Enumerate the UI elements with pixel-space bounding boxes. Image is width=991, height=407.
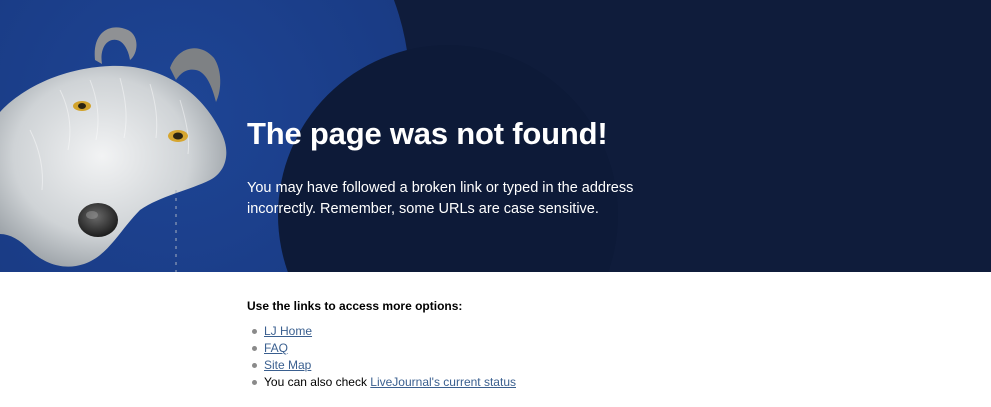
error-description: You may have followed a broken link or t…: [247, 178, 667, 220]
error-message-block: The page was not found! You may have fol…: [247, 112, 667, 220]
error-hero-banner: The page was not found! You may have fol…: [0, 0, 991, 272]
bullet-icon: [252, 380, 257, 385]
list-item: You can also check LiveJournal's current…: [247, 374, 747, 391]
site-map-link[interactable]: Site Map: [264, 358, 311, 372]
bullet-icon: [252, 329, 257, 334]
bullet-icon: [252, 363, 257, 368]
lj-home-link[interactable]: LJ Home: [264, 324, 312, 338]
goat-mascot-illustration: [0, 27, 227, 272]
current-status-link[interactable]: LiveJournal's current status: [370, 375, 516, 389]
list-item: LJ Home: [247, 323, 747, 340]
faq-link[interactable]: FAQ: [264, 341, 288, 355]
error-description-line-2: incorrectly. Remember, some URLs are cas…: [247, 201, 599, 217]
list-item: FAQ: [247, 340, 747, 357]
bullet-icon: [252, 346, 257, 351]
options-heading: Use the links to access more options:: [247, 299, 463, 313]
list-item: Site Map: [247, 357, 747, 374]
options-list: LJ Home FAQ Site Map You can also check …: [247, 323, 747, 391]
options-section: Use the links to access more options: LJ…: [247, 297, 747, 391]
error-description-line-1: You may have followed a broken link or t…: [247, 180, 634, 196]
status-prefix-text: You can also check: [264, 375, 371, 389]
page-title: The page was not found!: [247, 116, 608, 151]
